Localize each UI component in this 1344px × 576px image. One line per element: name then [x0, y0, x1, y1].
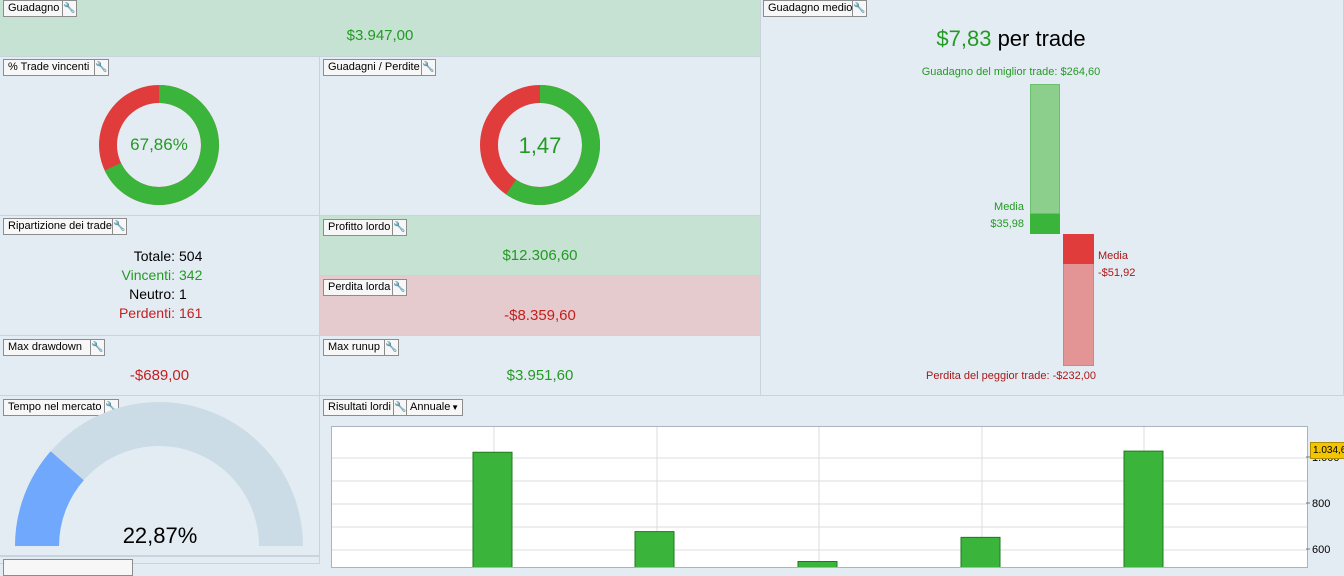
max-drawdown-value: -$689,00 — [129, 367, 190, 384]
worst-trade-bar — [1063, 264, 1094, 366]
chart-bar[interactable] — [472, 451, 513, 567]
wrench-icon[interactable]: 🔧 — [392, 219, 407, 236]
panel-title: Risultati lordi — [328, 401, 391, 413]
gross-profit-value: $12.306,60 — [502, 247, 578, 264]
panel-guadagni-perdite: Guadagni / Perdite 🔧 1,47 — [320, 57, 761, 216]
average-value: $7,83 — [936, 26, 992, 51]
chart-bar[interactable] — [1123, 450, 1164, 567]
panel-header-max-drawdown: Max drawdown 🔧 — [3, 339, 105, 356]
wrench-icon[interactable]: 🔧 — [112, 218, 127, 235]
chart-bar[interactable] — [797, 561, 838, 568]
best-trade-bar — [1030, 84, 1060, 214]
panel-tempo-mercato: Tempo nel mercato 🔧 22,87% — [0, 396, 320, 556]
wrench-icon[interactable]: 🔧 — [384, 339, 399, 356]
period-dropdown-value: Annuale — [410, 401, 451, 413]
panel-title: Profitto lordo — [328, 221, 391, 233]
panel-header-partial — [3, 559, 133, 576]
worst-trade-label: Perdita del peggior trade: -$232,00 — [925, 370, 1096, 382]
average-loss-label: Media — [1098, 250, 1128, 262]
time-in-market-value: 22,87% — [122, 523, 198, 548]
average-suffix: per trade — [997, 26, 1086, 51]
average-loss-bar — [1063, 234, 1094, 264]
average-loss-value: -$51,92 — [1098, 267, 1136, 279]
chart-bar[interactable] — [634, 531, 675, 567]
panel-title: Guadagno medio — [768, 2, 853, 14]
panel-header-profitto-lordo: Profitto lordo 🔧 — [323, 219, 407, 236]
chevron-down-icon: ▼ — [451, 403, 459, 412]
panel-guadagno-medio: Guadagno medio 🔧 $7,83 per trade Guadagn… — [761, 0, 1344, 396]
y-tick-label: 600 — [1312, 544, 1330, 556]
period-dropdown[interactable]: Annuale ▼ — [406, 399, 463, 416]
current-value-flag: 1.034,6 — [1310, 442, 1344, 459]
panel-partial-bottom — [0, 556, 320, 576]
panel-profitto-lordo: Profitto lordo 🔧 $12.306,60 — [320, 216, 761, 276]
wrench-icon[interactable]: 🔧 — [62, 0, 77, 17]
y-tick-label: 800 — [1312, 498, 1330, 510]
chart-plot-area — [331, 426, 1308, 568]
breakdown-label: Perdenti: — [118, 305, 175, 321]
win-rate-value: 67,86% — [130, 135, 188, 154]
chart-bar[interactable] — [960, 536, 1001, 567]
panel-title: Max drawdown — [8, 341, 82, 353]
wrench-icon[interactable]: 🔧 — [852, 0, 867, 17]
panel-max-runup: Max runup 🔧 $3.951,60 — [320, 336, 761, 396]
panel-perdita-lorda: Perdita lorda 🔧 -$8.359,60 — [320, 276, 761, 336]
panel-risultati-lordi: Risultati lordi 🔧 Annuale ▼ 1.000800600 … — [320, 396, 1344, 568]
average-per-trade: $7,83 per trade — [761, 26, 1261, 52]
gross-results-chart — [332, 427, 1307, 567]
panel-title: Ripartizione dei trade — [8, 220, 112, 232]
panel-title: Guadagno — [8, 2, 60, 14]
panel-trade-vincenti: % Trade vincenti 🔧 67,86% — [0, 57, 320, 216]
guadagno-value: $3.947,00 — [346, 27, 414, 44]
profit-ratio-value: 1,47 — [518, 133, 562, 158]
panel-header-max-runup: Max runup 🔧 — [323, 339, 399, 356]
breakdown-value: 161 — [179, 305, 203, 321]
panel-header-guadagno-medio: Guadagno medio 🔧 — [763, 0, 867, 17]
panel-header-perdita-lorda: Perdita lorda 🔧 — [323, 279, 407, 296]
average-win-value: $35,98 — [990, 218, 1024, 230]
panel-header-risultati-lordi: Risultati lordi 🔧 — [323, 399, 408, 416]
panel-title: Max runup — [328, 341, 380, 353]
panel-max-drawdown: Max drawdown 🔧 -$689,00 — [0, 336, 320, 396]
breakdown-label: Neutro: — [129, 286, 175, 302]
breakdown-label: Vincenti: — [121, 267, 175, 283]
breakdown-value: 1 — [179, 286, 187, 302]
wrench-icon[interactable]: 🔧 — [392, 279, 407, 296]
wrench-icon[interactable]: 🔧 — [90, 339, 105, 356]
panel-title: Perdita lorda — [328, 281, 391, 293]
max-runup-value: $3.951,60 — [506, 367, 574, 384]
breakdown-value: 504 — [179, 248, 203, 264]
breakdown-label: Totale: — [133, 248, 175, 264]
panel-header-guadagno: Guadagno 🔧 — [3, 0, 77, 17]
average-win-bar — [1030, 214, 1060, 234]
panel-header-ripartizione: Ripartizione dei trade 🔧 — [3, 218, 127, 235]
gauge-fill — [15, 451, 85, 547]
breakdown-value: 342 — [179, 267, 203, 283]
panel-ripartizione: Ripartizione dei trade 🔧 Totale: 504 Vin… — [0, 216, 320, 336]
gross-loss-value: -$8.359,60 — [504, 307, 576, 324]
panel-guadagno: Guadagno 🔧 $3.947,00 — [0, 0, 761, 57]
average-win-label: Media — [994, 201, 1024, 213]
best-trade-label: Guadagno del miglior trade: $264,60 — [921, 66, 1101, 78]
